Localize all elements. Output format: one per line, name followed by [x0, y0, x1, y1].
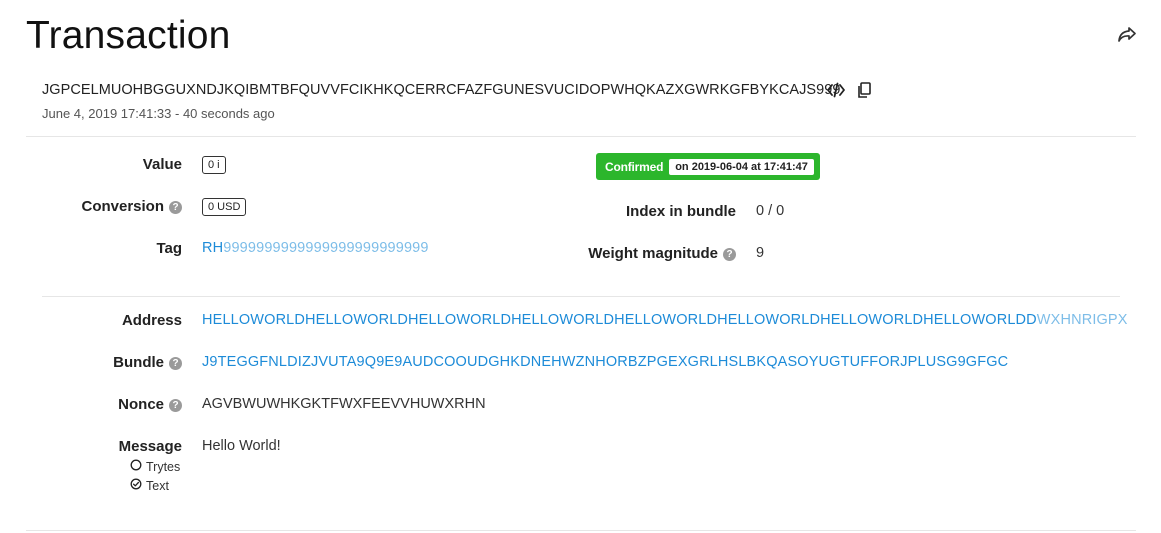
- divider: [42, 296, 1120, 297]
- bundle-link[interactable]: J9TEGGFNLDIZJVUTA9Q9E9AUDCOOUDGHKDNEHWZN…: [202, 354, 1008, 370]
- transaction-hash: JGPCELMUOHBGGUXNDJKQIBMTBFQUVVFCIKHKQCER…: [42, 82, 841, 98]
- help-icon[interactable]: ?: [169, 201, 182, 214]
- address-label: Address: [121, 312, 182, 329]
- status-text: Confirmed: [605, 159, 664, 174]
- divider: [26, 530, 1136, 531]
- tag-main: RH: [202, 240, 224, 256]
- code-icon[interactable]: [826, 80, 846, 100]
- help-icon[interactable]: ?: [169, 357, 182, 370]
- message-label: Message: [118, 438, 182, 455]
- address-checksum: WXHNRIGPX: [1036, 312, 1128, 328]
- message-value: Hello World!: [202, 438, 281, 454]
- weight-value: 9: [756, 245, 765, 261]
- conversion-badge[interactable]: 0 USD: [202, 198, 247, 216]
- tag-label: Tag: [156, 240, 182, 257]
- message-option-text[interactable]: Text: [130, 478, 169, 493]
- tag-padding: 9999999999999999999999999: [223, 240, 429, 256]
- message-option-trytes[interactable]: Trytes: [130, 459, 180, 474]
- status-badge: Confirmed on 2019-06-04 at 17:41:47: [596, 153, 820, 180]
- value-label: Value: [142, 156, 182, 173]
- divider: [26, 136, 1136, 137]
- help-icon[interactable]: ?: [169, 399, 182, 412]
- value-badge: 0 i: [202, 156, 226, 174]
- weight-label: Weight magnitude?: [560, 245, 736, 262]
- transaction-date: June 4, 2019 17:41:33 - 40 seconds ago: [42, 106, 275, 121]
- address-link[interactable]: HELLOWORLDHELLOWORLDHELLOWORLDHELLOWORLD…: [202, 312, 1128, 328]
- help-icon[interactable]: ?: [723, 248, 736, 261]
- check-circle-icon: [130, 478, 142, 493]
- bundle-label: Bundle?: [40, 354, 182, 371]
- nonce-label: Nonce?: [40, 396, 182, 413]
- nonce-value: AGVBWUWHKGKTFWXFEEVVHUWXRHN: [202, 396, 486, 412]
- page-title: Transaction: [26, 14, 231, 57]
- address-main: HELLOWORLDHELLOWORLDHELLOWORLDHELLOWORLD…: [202, 312, 1037, 328]
- share-icon[interactable]: [1116, 24, 1138, 46]
- tag-link[interactable]: RH9999999999999999999999999: [202, 240, 429, 256]
- copy-icon[interactable]: [854, 80, 874, 100]
- index-value: 0 / 0: [756, 203, 785, 219]
- radio-empty-icon: [130, 459, 142, 474]
- conversion-label: Conversion?: [40, 198, 182, 215]
- index-label: Index in bundle: [625, 203, 736, 220]
- status-date: on 2019-06-04 at 17:41:47: [669, 158, 814, 175]
